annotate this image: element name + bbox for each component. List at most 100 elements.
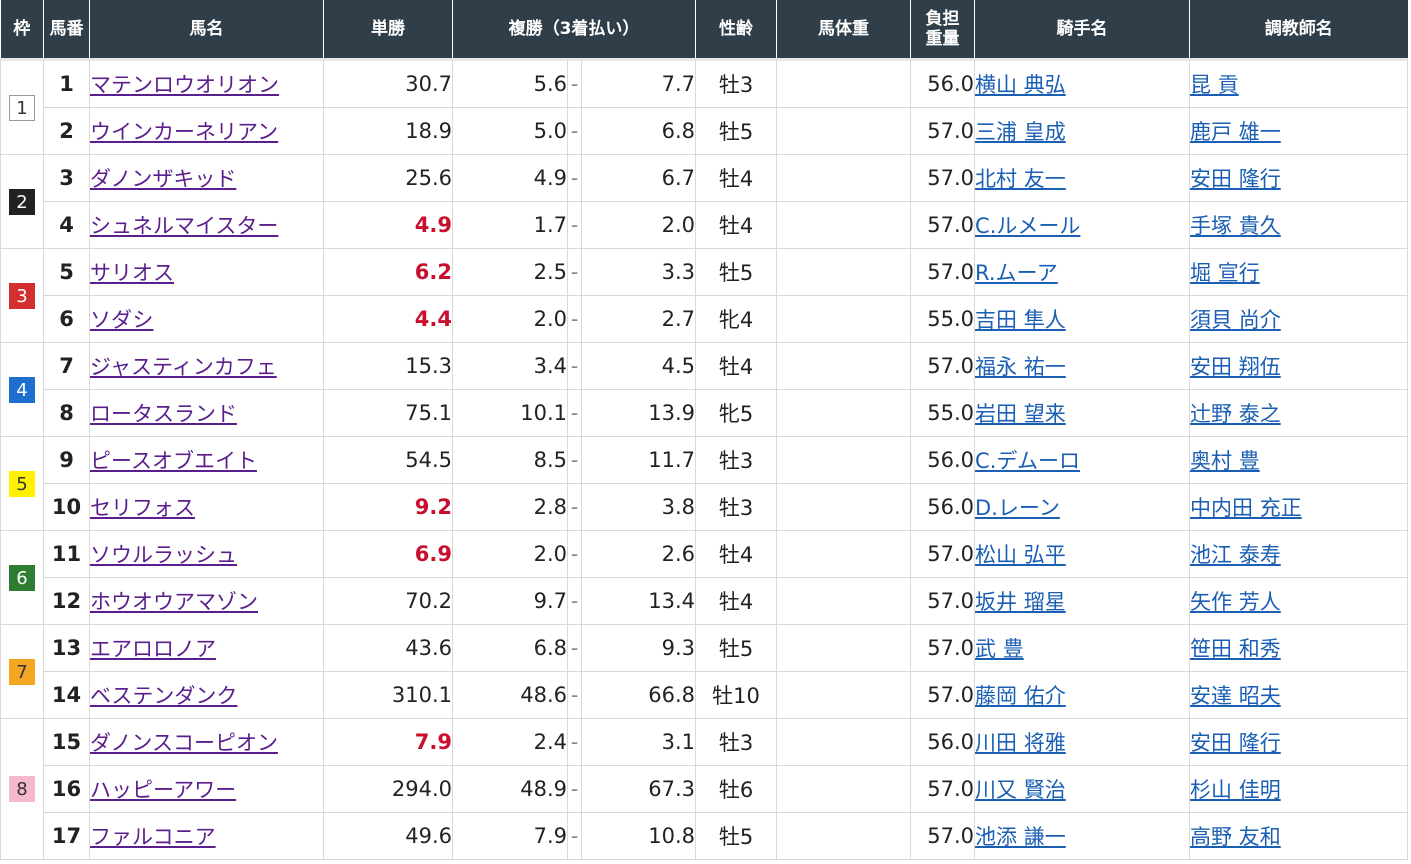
jockey-link[interactable]: C.デムーロ bbox=[976, 449, 1080, 473]
trainer-cell: 笹田 和秀 bbox=[1189, 624, 1409, 672]
horse-name-link[interactable]: ホウオウアマゾン bbox=[91, 590, 259, 614]
header-kinryo-line1: 負担 bbox=[925, 9, 960, 29]
horse-number: 15 bbox=[43, 718, 90, 766]
win-odds: 7.9 bbox=[323, 718, 453, 766]
horse-name-cell: ウインカーネリアン bbox=[89, 107, 324, 155]
horse-name-link[interactable]: ソウルラッシュ bbox=[91, 543, 238, 567]
place-odds-max: 10.8 bbox=[580, 812, 697, 860]
jockey-link[interactable]: 武 豊 bbox=[976, 637, 1024, 661]
trainer-link[interactable]: 鹿戸 雄一 bbox=[1191, 120, 1281, 144]
horse-name-link[interactable]: ダノンスコーピオン bbox=[91, 731, 278, 755]
trainer-cell: 池江 泰寿 bbox=[1189, 530, 1409, 578]
horse-name-link[interactable]: ウインカーネリアン bbox=[91, 120, 279, 144]
horse-number: 8 bbox=[43, 389, 90, 437]
jockey-link[interactable]: R.ムーア bbox=[976, 261, 1058, 285]
body-weight bbox=[776, 295, 912, 343]
trainer-cell: 須貝 尚介 bbox=[1189, 295, 1409, 343]
horse-number: 9 bbox=[43, 436, 90, 484]
horse-name-link[interactable]: ロータスランド bbox=[91, 402, 238, 426]
trainer-link[interactable]: 安田 翔伍 bbox=[1191, 355, 1281, 379]
kinryo: 57.0 bbox=[910, 248, 976, 296]
horse-name-link[interactable]: エアロロノア bbox=[91, 637, 217, 661]
place-odds-max: 67.3 bbox=[580, 765, 697, 813]
table-row: 6 11 ソウルラッシュ 6.9 2.0 - 2.6 牡4 57.0 松山 弘平… bbox=[0, 530, 1409, 625]
body-weight bbox=[776, 201, 912, 249]
kinryo: 57.0 bbox=[910, 107, 976, 155]
body-weight bbox=[776, 812, 912, 860]
trainer-link[interactable]: 手塚 貴久 bbox=[1191, 214, 1281, 238]
horse-name-link[interactable]: ベステンダンク bbox=[91, 684, 238, 708]
win-odds: 6.9 bbox=[323, 530, 453, 578]
jockey-link[interactable]: C.ルメール bbox=[976, 214, 1081, 238]
jockey-link[interactable]: 岩田 望来 bbox=[976, 402, 1066, 426]
horse-name-link[interactable]: サリオス bbox=[91, 261, 175, 285]
trainer-cell: 安田 隆行 bbox=[1189, 154, 1409, 202]
kinryo: 56.0 bbox=[910, 718, 976, 766]
trainer-link[interactable]: 矢作 芳人 bbox=[1191, 590, 1281, 614]
jockey-link[interactable]: 川又 賢治 bbox=[976, 778, 1066, 802]
horse-name-cell: ソウルラッシュ bbox=[89, 530, 324, 578]
trainer-link[interactable]: 池江 泰寿 bbox=[1191, 543, 1281, 567]
jockey-link[interactable]: 藤岡 佑介 bbox=[976, 684, 1066, 708]
horse-name-link[interactable]: ピースオブエイト bbox=[91, 449, 257, 473]
trainer-link[interactable]: 杉山 佳明 bbox=[1191, 778, 1281, 802]
kinryo: 56.0 bbox=[910, 483, 976, 531]
horse-name-link[interactable]: マテンロウオリオン bbox=[91, 73, 280, 97]
trainer-link[interactable]: 安田 隆行 bbox=[1191, 167, 1281, 191]
sex-age: 牡5 bbox=[695, 624, 778, 672]
place-odds-min: 2.0 bbox=[452, 295, 568, 343]
trainer-link[interactable]: 堀 宣行 bbox=[1191, 261, 1260, 285]
jockey-link[interactable]: 松山 弘平 bbox=[976, 543, 1066, 567]
place-odds-min: 10.1 bbox=[452, 389, 568, 437]
place-odds-min: 2.4 bbox=[452, 718, 568, 766]
table-row: 7 13 エアロロノア 43.6 6.8 - 9.3 牡5 57.0 武 豊 笹… bbox=[0, 624, 1409, 719]
trainer-link[interactable]: 安田 隆行 bbox=[1191, 731, 1281, 755]
horse-name-cell: エアロロノア bbox=[89, 624, 324, 672]
place-odds-separator: - bbox=[567, 577, 582, 625]
horse-name-link[interactable]: ファルコニア bbox=[91, 825, 216, 849]
table-row: 12 ホウオウアマゾン 70.2 9.7 - 13.4 牡4 57.0 坂井 瑠… bbox=[1, 577, 1409, 625]
horse-name-link[interactable]: ジャスティンカフェ bbox=[91, 355, 277, 379]
trainer-link[interactable]: 高野 友和 bbox=[1191, 825, 1281, 849]
body-weight bbox=[776, 671, 912, 719]
trainer-link[interactable]: 須貝 尚介 bbox=[1191, 308, 1281, 332]
trainer-cell: 手塚 貴久 bbox=[1189, 201, 1409, 249]
trainer-link[interactable]: 昆 貢 bbox=[1191, 73, 1239, 97]
trainer-cell: 安田 翔伍 bbox=[1189, 342, 1409, 390]
place-odds-min: 1.7 bbox=[452, 201, 568, 249]
jockey-link[interactable]: 福永 祐一 bbox=[976, 355, 1066, 379]
trainer-link[interactable]: 奥村 豊 bbox=[1191, 449, 1260, 473]
trainer-link[interactable]: 中内田 充正 bbox=[1191, 496, 1302, 520]
horse-number: 3 bbox=[43, 154, 90, 202]
trainer-link[interactable]: 笹田 和秀 bbox=[1191, 637, 1281, 661]
horse-number: 16 bbox=[43, 765, 90, 813]
horse-name-link[interactable]: ダノンザキッド bbox=[91, 167, 237, 191]
jockey-link[interactable]: 池添 謙一 bbox=[976, 825, 1066, 849]
header-body-weight: 馬体重 bbox=[776, 0, 912, 60]
body-weight bbox=[776, 59, 912, 108]
jockey-link[interactable]: 三浦 皇成 bbox=[976, 120, 1066, 144]
jockey-link[interactable]: 北村 友一 bbox=[976, 167, 1066, 191]
horse-name-link[interactable]: セリフォス bbox=[91, 496, 196, 520]
horse-number: 12 bbox=[43, 577, 90, 625]
trainer-link[interactable]: 安達 昭夫 bbox=[1191, 684, 1281, 708]
sex-age: 牡5 bbox=[695, 248, 778, 296]
horse-name-link[interactable]: ソダシ bbox=[91, 308, 154, 332]
place-odds-separator: - bbox=[567, 107, 582, 155]
win-odds: 9.2 bbox=[323, 483, 453, 531]
jockey-link[interactable]: 吉田 隼人 bbox=[976, 308, 1066, 332]
jockey-link[interactable]: 坂井 瑠星 bbox=[976, 590, 1066, 614]
horse-name-link[interactable]: シュネルマイスター bbox=[91, 214, 279, 238]
jockey-link[interactable]: 川田 将雅 bbox=[976, 731, 1066, 755]
trainer-link[interactable]: 辻野 泰之 bbox=[1191, 402, 1281, 426]
header-place-odds: 複勝（3着払い） bbox=[452, 0, 697, 60]
jockey-link[interactable]: D.レーン bbox=[976, 496, 1060, 520]
table-row: 2 3 ダノンザキッド 25.6 4.9 - 6.7 牡4 57.0 北村 友一… bbox=[0, 154, 1409, 249]
place-odds-min: 48.9 bbox=[452, 765, 568, 813]
win-odds: 43.6 bbox=[323, 624, 453, 672]
horse-name-cell: ジャスティンカフェ bbox=[89, 342, 324, 390]
jockey-link[interactable]: 横山 典弘 bbox=[976, 73, 1066, 97]
horse-name-link[interactable]: ハッピーアワー bbox=[91, 778, 237, 802]
horse-number: 11 bbox=[43, 530, 90, 578]
place-odds-min: 6.8 bbox=[452, 624, 568, 672]
